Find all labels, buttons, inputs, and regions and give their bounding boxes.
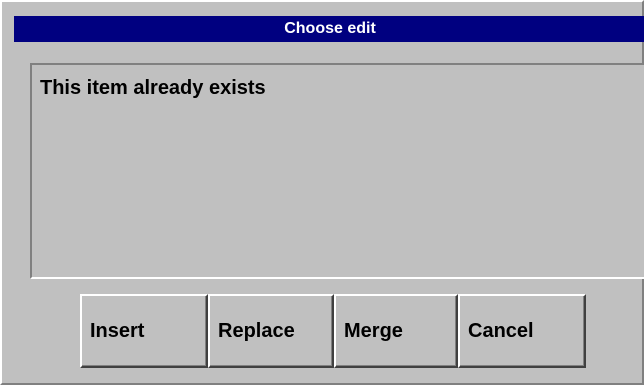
choose-edit-dialog: Choose edit This item already exists Ins…	[0, 0, 644, 385]
dialog-title: Choose edit	[14, 16, 644, 42]
cancel-button[interactable]: Cancel	[458, 294, 586, 368]
insert-button[interactable]: Insert	[80, 294, 208, 368]
message-panel: This item already exists	[30, 63, 644, 279]
replace-button[interactable]: Replace	[208, 294, 334, 368]
message-text: This item already exists	[40, 77, 266, 99]
merge-button[interactable]: Merge	[334, 294, 458, 368]
